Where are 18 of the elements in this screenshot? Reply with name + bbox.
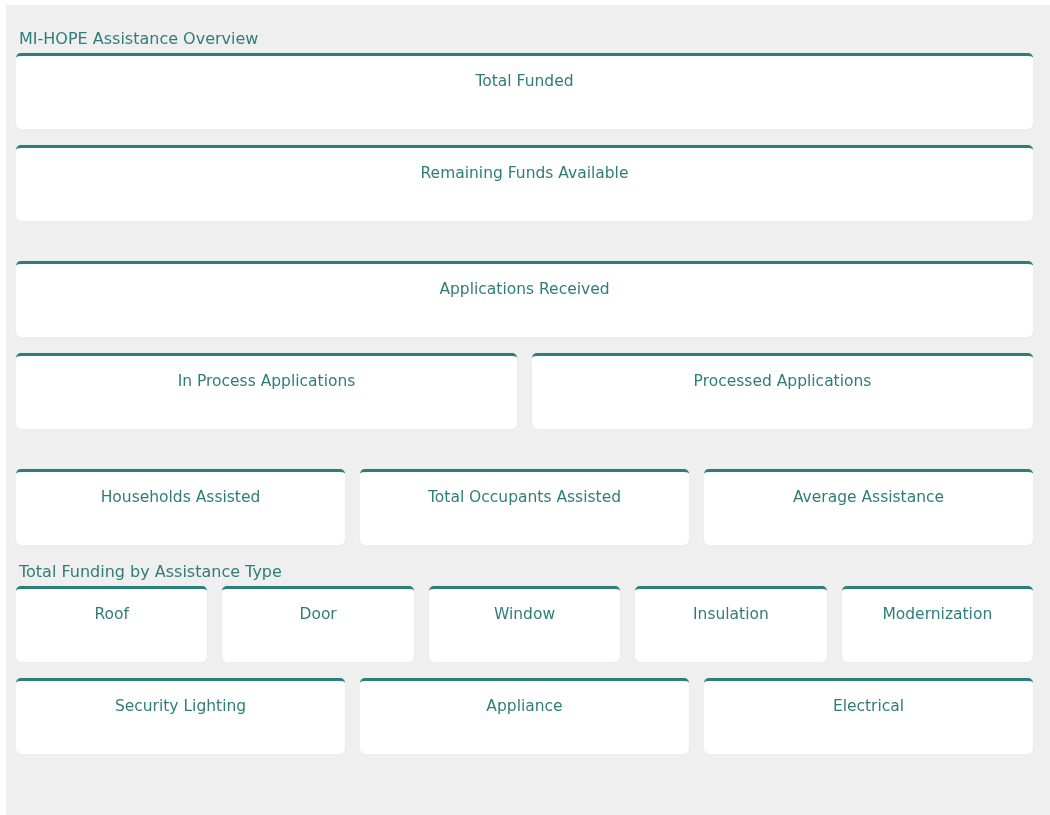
stat-card: Remaining Funds Available xyxy=(16,145,1033,221)
stat-card: Appliance xyxy=(360,678,689,754)
stat-card: Roof xyxy=(16,586,208,662)
stat-card: Door xyxy=(222,586,414,662)
stat-card: Applications Received xyxy=(16,261,1033,337)
stat-card: Processed Applications xyxy=(532,353,1033,429)
stat-card: Security Lighting xyxy=(16,678,345,754)
stat-card: Total Occupants Assisted xyxy=(360,469,689,545)
stat-card: Average Assistance xyxy=(704,469,1033,545)
stat-card: Window xyxy=(428,586,621,662)
stat-card: Households Assisted xyxy=(16,469,345,545)
section-title: Total Funding by Assistance Type xyxy=(19,561,283,583)
stat-card: In Process Applications xyxy=(16,353,517,429)
stat-card: Modernization xyxy=(841,586,1034,662)
section-title: MI-HOPE Assistance Overview xyxy=(19,28,260,50)
stat-card: Total Funded xyxy=(16,53,1033,129)
stat-card: Insulation xyxy=(635,586,827,662)
stat-card: Electrical xyxy=(704,678,1033,754)
